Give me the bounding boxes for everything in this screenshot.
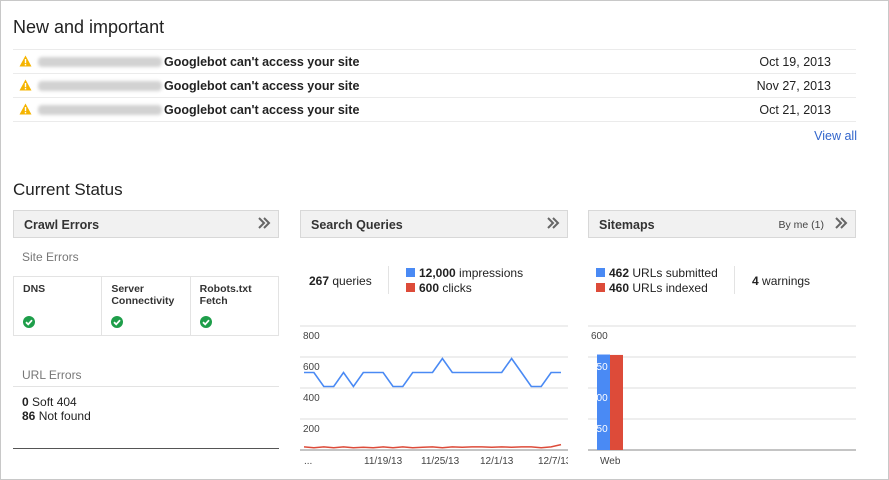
impressions-stat: 12,000 impressions [406,266,523,280]
impressions-label: impressions [459,266,524,280]
queries-stat: 267 queries [309,274,372,288]
sitemaps-chart: 600 450 300 150 Web [588,325,856,467]
sitemaps-header[interactable]: Sitemaps By me (1) [588,210,856,238]
server-connectivity-cell[interactable]: Server Connectivity [102,277,191,335]
soft404-label: Soft 404 [32,395,77,409]
message-text[interactable]: Googlebot can't access your site [164,103,359,117]
y-tick-label: 800 [303,331,320,342]
indexed-count: 460 [609,281,630,295]
site-errors-grid: DNS Server Connectivity Robots.txt Fetch [13,276,279,336]
double-chevron-right-icon[interactable] [546,216,560,230]
warning-icon [19,103,32,115]
sitemaps-separator [734,266,735,294]
double-chevron-right-icon[interactable] [257,216,271,230]
site-url-redacted [38,57,162,67]
check-circle-icon [23,316,35,328]
clicks-label: clicks [442,281,472,295]
check-circle-icon [111,316,124,328]
x-tick-label: 11/19/13 [364,456,403,467]
queries-separator [388,266,389,294]
notfound-label: Not found [38,409,91,423]
x-tick-label: ... [304,456,312,467]
warnings-label: warnings [762,274,811,288]
double-chevron-right-icon[interactable] [834,216,848,230]
y-tick-label: 450 [591,362,608,373]
indexed-label: URLs indexed [632,281,708,295]
current-status-heading: Current Status [13,180,123,199]
new-important-heading: New and important [13,17,165,37]
crawl-errors-title: Crawl Errors [24,218,100,232]
soft404-count: 0 [22,395,29,409]
robots-fetch-cell[interactable]: Robots.txt Fetch [191,277,278,335]
y-tick-label: 600 [303,362,320,373]
server-connectivity-label: Server Connectivity [111,283,175,307]
x-tick-label: 12/1/13 [480,456,514,467]
site-errors-label: Site Errors [22,250,79,264]
message-row[interactable]: Googlebot can't access your site Oct 21, … [13,98,856,122]
sitemaps-filter[interactable]: By me (1) [778,219,824,231]
search-queries-title: Search Queries [311,218,403,232]
indexed-swatch [596,283,605,292]
message-row[interactable]: Googlebot can't access your site Oct 19, … [13,50,856,74]
message-row[interactable]: Googlebot can't access your site Nov 27, … [13,74,856,98]
clicks-count: 600 [419,281,440,295]
soft404-row[interactable]: 0 Soft 404 [22,395,77,409]
submitted-count: 462 [609,266,630,280]
message-text[interactable]: Googlebot can't access your site [164,55,359,69]
queries-count: 267 [309,274,330,288]
warning-icon [19,55,32,67]
search-queries-chart: 800 600 400 200... 11/19/13 11/25/13 12/1/13 12… [300,325,568,467]
submitted-stat: 462 URLs submitted [596,266,718,280]
warning-icon [19,79,32,91]
site-url-redacted [38,105,162,115]
impressions-line [304,357,561,388]
message-text[interactable]: Googlebot can't access your site [164,79,359,93]
y-tick-label: 200 [303,424,320,435]
clicks-stat: 600 clicks [406,281,472,295]
queries-label: queries [332,274,372,288]
search-queries-header[interactable]: Search Queries [300,210,568,238]
check-circle-icon [199,316,212,328]
x-tick-label: Web [600,456,621,467]
x-tick-label: 12/7/13 [538,456,568,467]
notfound-count: 86 [22,409,36,423]
impressions-count: 12,000 [419,266,456,280]
site-url-redacted [38,81,162,91]
sitemaps-title: Sitemaps [599,218,655,232]
message-date: Nov 27, 2013 [756,79,831,93]
impressions-swatch [406,268,415,277]
warnings-count: 4 [752,274,759,288]
crawl-errors-header[interactable]: Crawl Errors [13,210,279,238]
y-tick-label: 300 [591,393,608,404]
indexed-bar [610,354,623,450]
warnings-stat[interactable]: 4 warnings [752,274,810,288]
submitted-label: URLs submitted [632,266,718,280]
clicks-swatch [406,283,415,292]
notfound-row[interactable]: 86 Not found [22,409,91,423]
url-errors-label: URL Errors [22,368,82,382]
robots-fetch-label: Robots.txt Fetch [199,283,252,307]
dns-cell[interactable]: DNS [14,277,103,335]
submitted-swatch [596,268,605,277]
view-all-link[interactable]: View all [814,129,857,143]
y-tick-label: 150 [591,424,608,435]
crawl-errors-bottom-rule [13,448,279,449]
message-date: Oct 19, 2013 [759,55,831,69]
x-tick-label: 11/25/13 [421,456,460,467]
indexed-stat: 460 URLs indexed [596,281,708,295]
message-list: Googlebot can't access your site Oct 19, … [13,49,856,122]
y-tick-label: 600 [591,331,608,342]
clicks-line [303,443,562,449]
dns-label: DNS [23,283,46,295]
message-date: Oct 21, 2013 [759,103,831,117]
y-tick-label: 400 [303,393,320,404]
url-errors-divider [13,386,279,387]
